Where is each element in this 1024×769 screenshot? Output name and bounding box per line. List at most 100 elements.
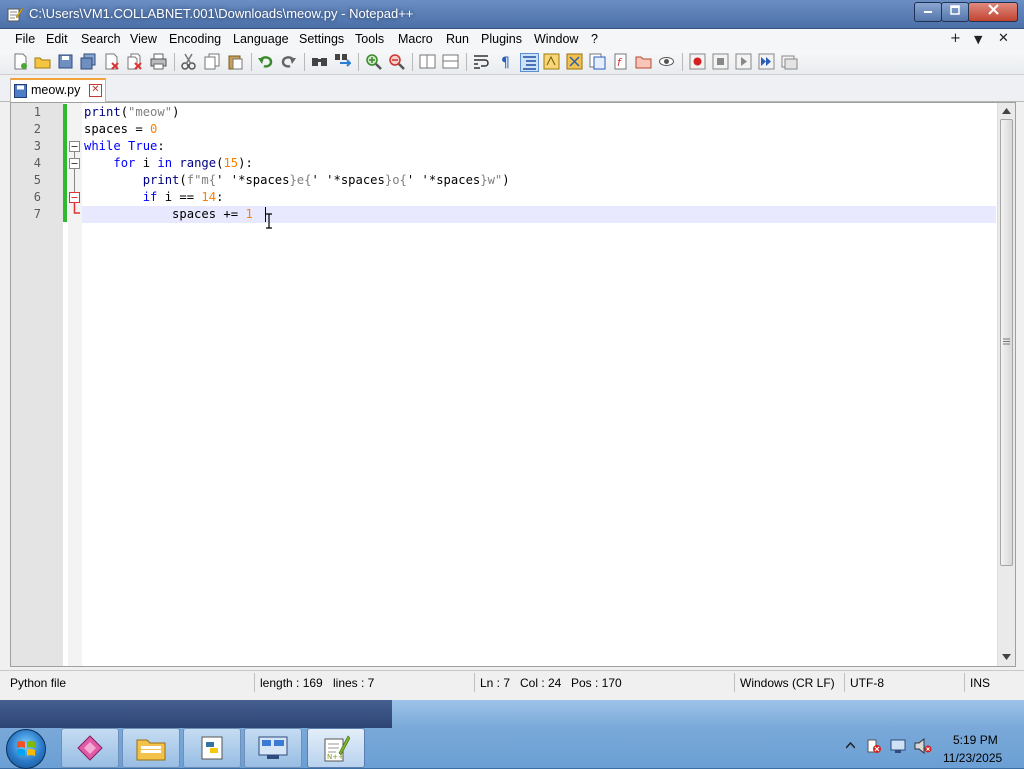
menu-view[interactable]: View xyxy=(130,32,157,46)
status-length: length : 169 xyxy=(260,676,323,690)
scrollbar-thumb[interactable] xyxy=(1000,119,1013,566)
menu-tools[interactable]: Tools xyxy=(355,32,384,46)
status-language: Python file xyxy=(10,676,67,690)
title-bar[interactable]: C:\Users\VM1.COLLABNET.001\Downloads\meo… xyxy=(0,0,1024,29)
folder-as-workspace-icon[interactable]: f xyxy=(612,53,629,70)
menu-file[interactable]: File xyxy=(15,32,35,46)
taskbar-python-button[interactable] xyxy=(183,728,241,768)
function-list-icon[interactable] xyxy=(589,53,606,70)
monitoring-icon[interactable] xyxy=(658,53,675,70)
folder-icon[interactable] xyxy=(635,53,652,70)
toolbar-separator xyxy=(412,53,413,71)
save-icon[interactable] xyxy=(57,53,74,70)
record-macro-icon[interactable] xyxy=(689,53,706,70)
zoom-out-icon[interactable] xyxy=(388,53,405,70)
line-number: 2 xyxy=(33,122,41,136)
copy-icon[interactable] xyxy=(204,53,221,70)
toolbar-separator xyxy=(174,53,175,71)
action-center-icon[interactable] xyxy=(866,738,882,754)
close-icon: ✕ xyxy=(91,84,100,95)
close-window-button[interactable] xyxy=(968,2,1018,22)
code-editor[interactable]: 1 2 3 4 5 6 7 print("meow") spaces = 0 w… xyxy=(10,102,1016,667)
user-language-icon[interactable] xyxy=(543,53,560,70)
maximize-button[interactable] xyxy=(941,2,969,22)
close-tab-button[interactable]: ✕ xyxy=(998,31,1009,46)
show-all-chars-icon[interactable]: ¶ xyxy=(497,53,514,70)
code-line: if i == 14: xyxy=(142,190,224,204)
line-number: 6 xyxy=(33,190,41,204)
code-line: while True: xyxy=(84,139,165,153)
print-icon[interactable] xyxy=(150,53,167,70)
taskbar-explorer-button[interactable] xyxy=(122,728,180,768)
menu-settings[interactable]: Settings xyxy=(299,32,344,46)
tab-meow-py[interactable]: meow.py ✕ xyxy=(10,78,106,102)
code-line: for i in range(15): xyxy=(113,156,253,170)
replace-icon[interactable] xyxy=(334,53,351,70)
close-icon xyxy=(987,4,999,15)
vertical-scrollbar[interactable] xyxy=(997,103,1015,666)
windows-logo-icon xyxy=(17,741,35,756)
undo-icon[interactable] xyxy=(257,53,274,70)
status-separator xyxy=(474,673,475,692)
save-macro-icon[interactable] xyxy=(781,53,798,70)
fold-markers xyxy=(69,141,80,214)
taskbar-notepadpp-button[interactable]: N++ xyxy=(307,728,365,768)
close-all-icon[interactable] xyxy=(126,53,143,70)
menu-edit[interactable]: Edit xyxy=(46,32,68,46)
run-macro-multiple-icon[interactable] xyxy=(758,53,775,70)
menu-macro[interactable]: Macro xyxy=(398,32,433,46)
menu-language[interactable]: Language xyxy=(233,32,289,46)
sync-horizontal-icon[interactable] xyxy=(442,53,459,70)
menu-encoding[interactable]: Encoding xyxy=(169,32,221,46)
document-map-icon[interactable] xyxy=(566,53,583,70)
taskbar-network-button[interactable] xyxy=(244,728,302,768)
status-eol: Windows (CR LF) xyxy=(740,676,835,690)
status-separator xyxy=(844,673,845,692)
menu-window[interactable]: Window xyxy=(534,32,578,46)
taskbar-app-button[interactable] xyxy=(61,728,119,768)
play-macro-icon[interactable] xyxy=(735,53,752,70)
stop-macro-icon[interactable] xyxy=(712,53,729,70)
notepadpp-window: C:\Users\VM1.COLLABNET.001\Downloads\meo… xyxy=(0,0,1024,700)
line-number: 7 xyxy=(33,207,41,221)
status-ln: Ln : 7 xyxy=(480,676,511,690)
tab-list-button[interactable]: ▼ xyxy=(974,33,982,46)
menu-run[interactable]: Run xyxy=(446,32,469,46)
window-title: C:\Users\VM1.COLLABNET.001\Downloads\meo… xyxy=(29,6,414,21)
scroll-up-icon[interactable] xyxy=(1002,107,1011,115)
redo-icon[interactable] xyxy=(280,53,297,70)
new-tab-button[interactable]: + xyxy=(950,31,961,46)
minimize-button[interactable] xyxy=(914,2,942,22)
indent-guide-icon[interactable] xyxy=(520,53,539,72)
zoom-in-icon[interactable] xyxy=(365,53,382,70)
clock-time[interactable]: 5:19 PM xyxy=(953,733,998,747)
menu-search[interactable]: Search xyxy=(81,32,121,46)
menu-help[interactable]: ? xyxy=(591,32,598,46)
grip-icon xyxy=(1003,338,1010,345)
clock-date[interactable]: 11/23/2025 xyxy=(943,751,1002,765)
open-file-icon[interactable] xyxy=(34,53,51,70)
app-pink-icon xyxy=(77,735,103,761)
tab-close-button[interactable]: ✕ xyxy=(89,84,102,97)
new-file-icon[interactable] xyxy=(12,53,29,70)
maximize-icon xyxy=(950,5,960,15)
menu-plugins[interactable]: Plugins xyxy=(481,32,522,46)
close-file-icon[interactable] xyxy=(103,53,120,70)
sync-vertical-icon[interactable] xyxy=(419,53,436,70)
line-number: 5 xyxy=(33,173,41,187)
show-hidden-icons-icon[interactable] xyxy=(846,742,855,749)
line-number-margin xyxy=(11,103,63,666)
save-all-icon[interactable] xyxy=(80,53,97,70)
paste-icon[interactable] xyxy=(227,53,244,70)
start-button[interactable] xyxy=(6,729,46,769)
scroll-down-icon[interactable] xyxy=(1002,653,1011,661)
volume-muted-icon[interactable] xyxy=(914,738,932,754)
network-status-icon[interactable] xyxy=(890,738,906,754)
ibeam-cursor-icon xyxy=(266,213,272,229)
status-lines: lines : 7 xyxy=(333,676,375,690)
word-wrap-icon[interactable] xyxy=(473,53,490,70)
find-icon[interactable] xyxy=(311,53,328,70)
toolbar-separator xyxy=(304,53,305,71)
status-separator xyxy=(254,673,255,692)
cut-icon[interactable] xyxy=(180,53,197,70)
